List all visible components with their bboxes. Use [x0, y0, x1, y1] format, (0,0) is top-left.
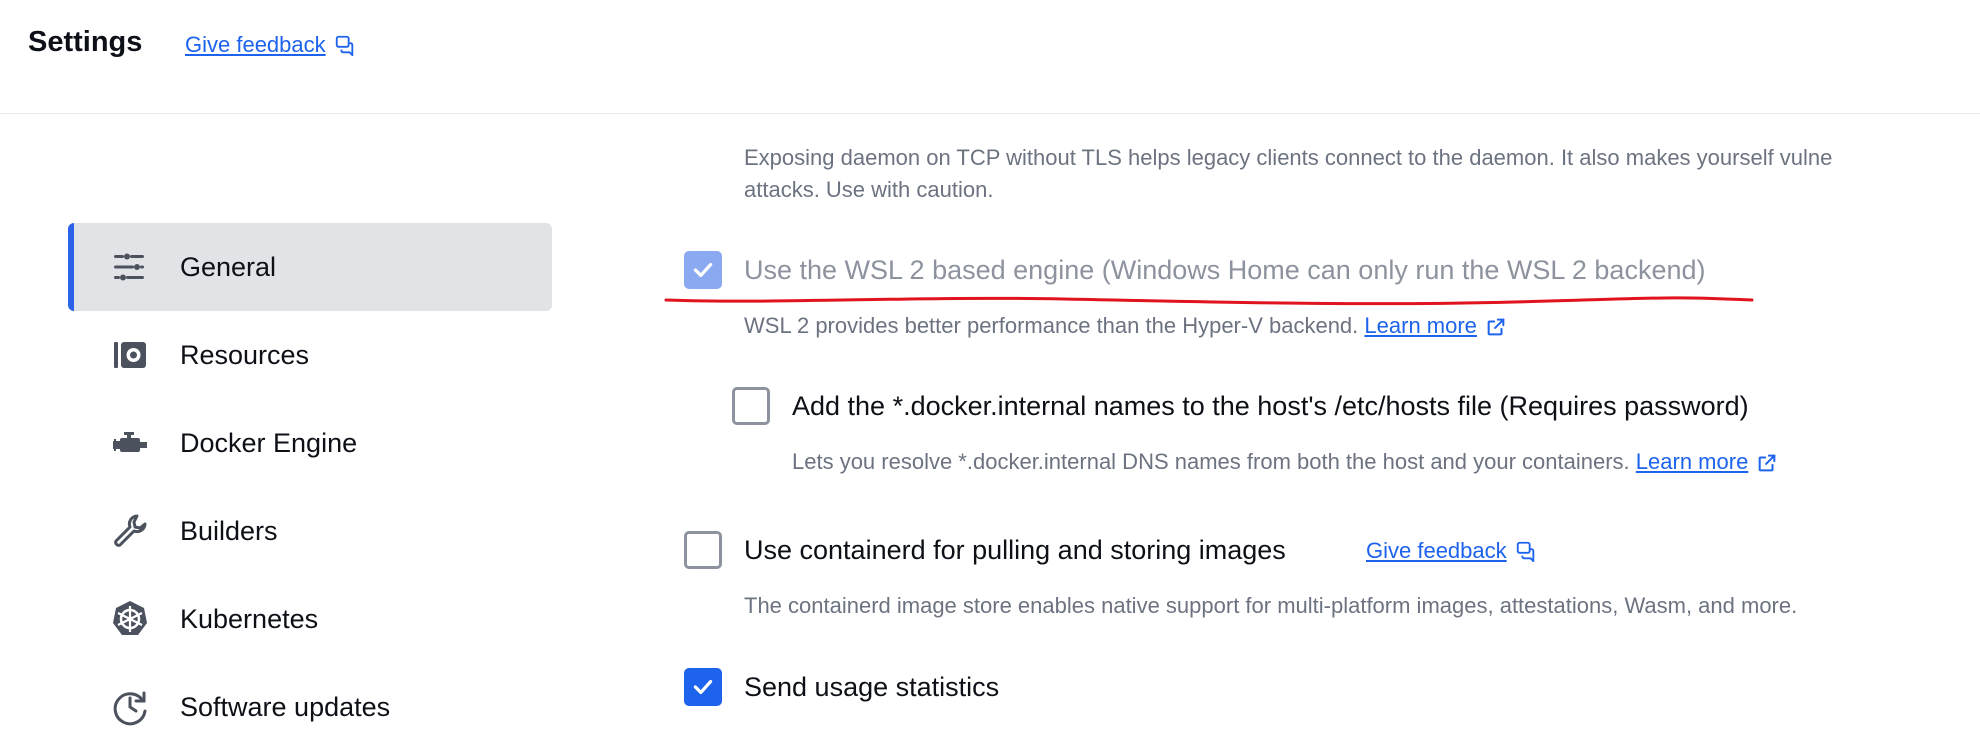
- wrench-icon: [108, 509, 152, 553]
- containerd-description: The containerd image store enables nativ…: [744, 593, 1798, 618]
- sidebar-item-label: General: [180, 251, 277, 282]
- hosts-description-text: Lets you resolve *.docker.internal DNS n…: [792, 449, 1630, 474]
- sliders-icon: [108, 245, 152, 289]
- checkmark-icon: [693, 262, 713, 278]
- hosts-file-checkbox[interactable]: [732, 387, 770, 425]
- wsl-description-text: WSL 2 provides better performance than t…: [744, 313, 1359, 338]
- external-link-icon: [1756, 452, 1778, 474]
- sidebar-item-label: Kubernetes: [180, 603, 319, 634]
- disk-icon: [108, 333, 152, 377]
- sidebar-item-general[interactable]: General: [68, 223, 552, 311]
- containerd-label: Use containerd for pulling and storing i…: [744, 535, 1286, 565]
- give-feedback-link[interactable]: Give feedback: [185, 32, 356, 58]
- containerd-feedback-label[interactable]: Give feedback: [1366, 538, 1507, 564]
- header: Settings Give feedback: [0, 0, 1980, 114]
- sidebar-item-resources[interactable]: Resources: [68, 311, 552, 399]
- sidebar-item-builders[interactable]: Builders: [68, 487, 552, 575]
- give-feedback-label[interactable]: Give feedback: [185, 32, 326, 58]
- sidebar-item-software-updates[interactable]: Software updates: [68, 663, 552, 751]
- hosts-learn-more-link[interactable]: Learn more: [1636, 449, 1749, 474]
- engine-icon: [108, 421, 152, 465]
- clock-refresh-icon: [108, 685, 152, 729]
- feedback-icon: [1515, 540, 1537, 562]
- checkmark-icon: [693, 679, 713, 695]
- feedback-icon: [334, 34, 356, 56]
- helm-icon: [108, 597, 152, 641]
- tcp-description: Exposing daemon on TCP without TLS helps…: [744, 142, 1980, 206]
- external-link-icon: [1485, 316, 1507, 338]
- hosts-file-label: Add the *.docker.internal names to the h…: [792, 391, 1749, 421]
- wsl-engine-checkbox[interactable]: [684, 251, 722, 289]
- wsl-engine-label: Use the WSL 2 based engine (Windows Home…: [744, 255, 1706, 285]
- sidebar-item-label: Builders: [180, 515, 278, 546]
- sidebar-item-label: Software updates: [180, 691, 391, 722]
- wsl-learn-more-link[interactable]: Learn more: [1364, 313, 1477, 338]
- sidebar-item-kubernetes[interactable]: Kubernetes: [68, 575, 552, 663]
- usage-statistics-checkbox[interactable]: [684, 668, 722, 706]
- containerd-checkbox[interactable]: [684, 531, 722, 569]
- sidebar-item-label: Resources: [180, 339, 310, 370]
- tcp-description-line2: attacks. Use with caution.: [744, 177, 994, 202]
- usage-statistics-label: Send usage statistics: [744, 672, 1000, 702]
- hosts-description: Lets you resolve *.docker.internal DNS n…: [792, 446, 1778, 478]
- sidebar-item-docker-engine[interactable]: Docker Engine: [68, 399, 552, 487]
- wsl-description: WSL 2 provides better performance than t…: [744, 310, 1507, 342]
- page-title: Settings: [28, 26, 143, 58]
- tcp-description-line1: Exposing daemon on TCP without TLS helps…: [744, 145, 1833, 170]
- containerd-feedback-link[interactable]: Give feedback: [1366, 538, 1537, 564]
- sidebar-item-label: Docker Engine: [180, 427, 358, 458]
